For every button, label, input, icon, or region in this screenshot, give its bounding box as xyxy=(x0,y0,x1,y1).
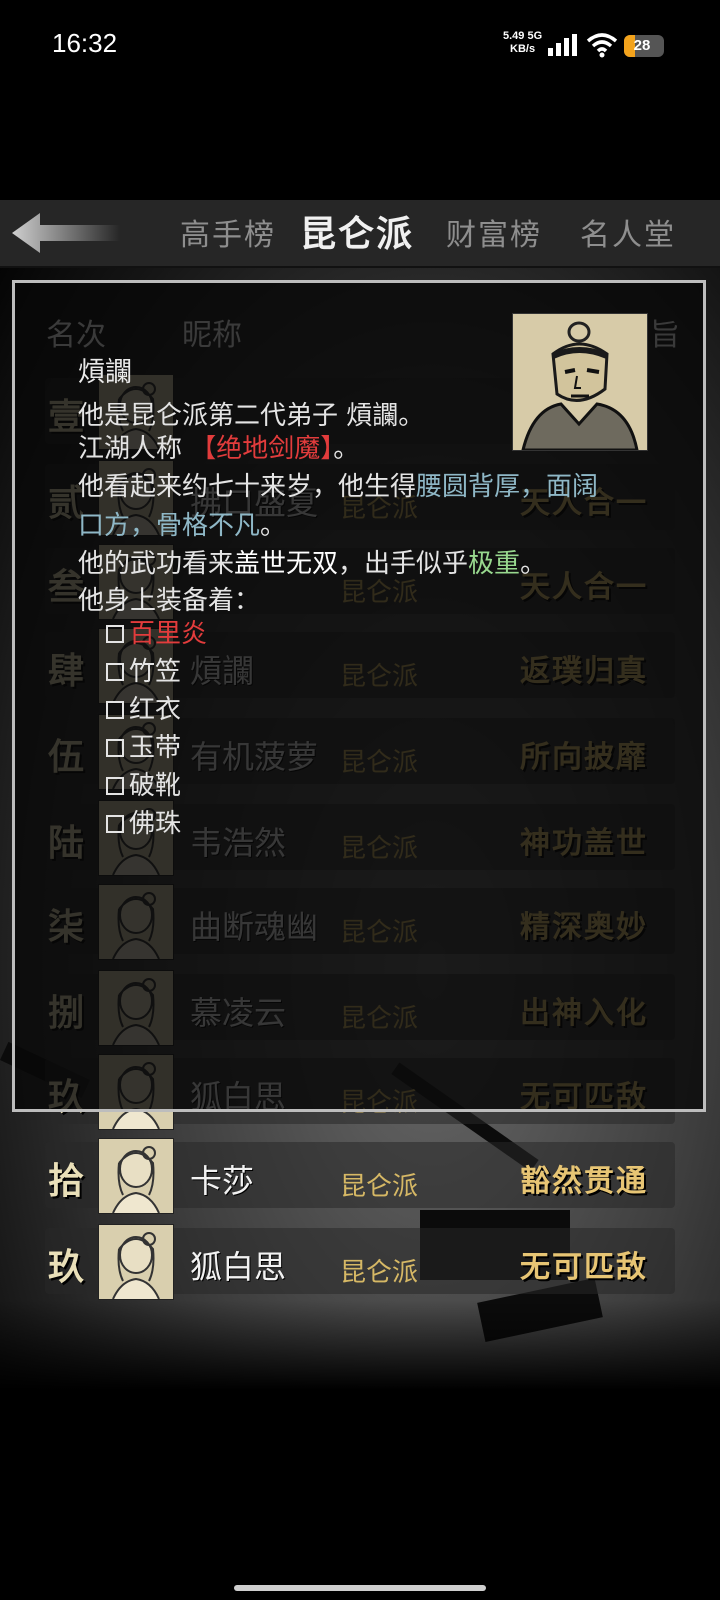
column-header-rank: 名次 xyxy=(46,318,106,353)
column-header-realm-partial: 旨 xyxy=(650,318,680,353)
tab-masters-ranking[interactable]: 高手榜 xyxy=(180,210,276,254)
popup-line-martial-arts: 他的武功看来盖世无双，出手似乎极重。 xyxy=(78,549,547,579)
checkbox-icon xyxy=(106,625,124,643)
equipment-item[interactable]: 佛珠 xyxy=(106,803,181,840)
row-rank: 拾 xyxy=(48,1160,85,1202)
popup-line-appearance: 他看起来约七十来岁，他生得腰圆背厚，面阔 xyxy=(78,472,599,502)
avatar xyxy=(98,1224,174,1300)
equipment-item[interactable]: 破靴 xyxy=(106,765,181,802)
signal-icon xyxy=(548,34,578,56)
clock: 16:32 xyxy=(52,28,118,58)
row-player-name: 狐白思 xyxy=(190,1248,287,1286)
popup-line-nickname: 江湖人称 【绝地剑魔】。 xyxy=(78,434,360,464)
nickname-title: 【绝地剑魔】 xyxy=(190,434,334,464)
checkbox-icon xyxy=(106,701,124,719)
row-player-name: 卡莎 xyxy=(190,1162,255,1200)
battery-icon: 28 xyxy=(624,35,664,57)
equipment-item[interactable]: 竹笠 xyxy=(106,651,181,688)
checkbox-icon xyxy=(106,663,124,681)
row-sect: 昆仑派 xyxy=(340,1172,419,1202)
tab-kunlun-sect[interactable]: 昆仑派 xyxy=(300,205,414,257)
avatar xyxy=(98,1138,174,1214)
status-bar: 16:32 5.49 5G KB/s 28 xyxy=(0,0,720,95)
home-indicator[interactable] xyxy=(234,1585,486,1591)
row-realm: 豁然贯通 xyxy=(520,1164,648,1199)
tab-wealth-ranking[interactable]: 财富榜 xyxy=(446,210,542,254)
row-sect: 昆仑派 xyxy=(340,1258,419,1288)
popup-line-identity: 他是昆仑派第二代弟子 熕讕。 xyxy=(78,401,425,431)
equipment-item[interactable]: 红衣 xyxy=(106,689,181,726)
equipment-item[interactable]: 玉带 xyxy=(106,727,181,764)
equipment-item[interactable]: 百里炎 xyxy=(106,613,207,650)
checkbox-icon xyxy=(106,777,124,795)
tab-next-partial[interactable] xyxy=(706,210,718,245)
back-arrow-icon[interactable] xyxy=(10,210,120,256)
popup-line-build: 口方，骨格不凡。 xyxy=(78,511,287,541)
tab-hall-of-fame[interactable]: 名人堂 xyxy=(580,210,676,254)
checkbox-icon xyxy=(106,739,124,757)
row-rank: 玖 xyxy=(48,1246,85,1288)
column-header-nickname: 昵称 xyxy=(182,318,242,353)
popup-title: 熕讕 xyxy=(78,357,132,388)
popup-line-equipment-heading: 他身上装备着： xyxy=(78,586,261,616)
network-speed: 5.49 5G KB/s xyxy=(503,30,543,55)
player-portrait xyxy=(512,313,648,451)
checkbox-icon xyxy=(106,815,124,833)
ground-shadow xyxy=(0,1300,720,1600)
wifi-icon xyxy=(586,33,618,58)
row-realm: 无可匹敌 xyxy=(520,1250,648,1285)
